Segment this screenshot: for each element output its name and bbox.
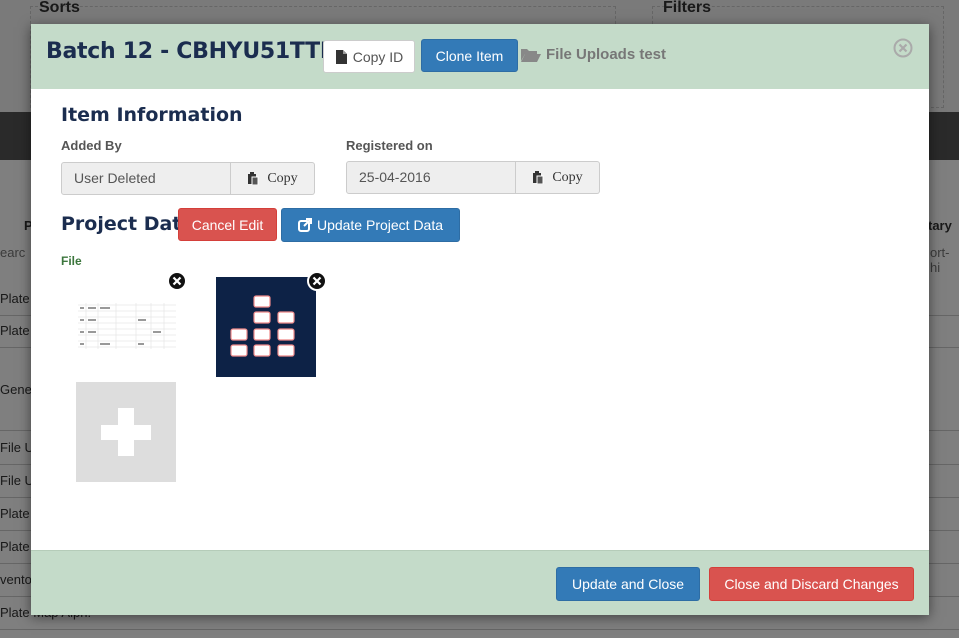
file-thumbnail-spreadsheet[interactable]	[76, 277, 176, 377]
copy-id-button[interactable]: Copy ID	[323, 40, 415, 73]
file-icon	[335, 49, 347, 64]
file-label: File	[61, 254, 82, 268]
close-circle-icon[interactable]	[893, 38, 913, 58]
clipboard-icon	[533, 171, 544, 184]
added-by-group: User Deleted Copy	[61, 162, 315, 195]
file-thumbnail-logo[interactable]	[216, 277, 316, 377]
folder-open-icon	[521, 49, 541, 62]
registered-on-group: 25-04-2016 Copy	[346, 161, 600, 194]
copy-registered-button[interactable]: Copy	[516, 161, 600, 194]
cancel-edit-button[interactable]: Cancel Edit	[178, 208, 277, 241]
remove-file-icon[interactable]	[306, 270, 328, 292]
share-square-icon	[297, 218, 312, 232]
file-uploads-link[interactable]: File Uploads test	[521, 46, 666, 63]
copy-added-by-button[interactable]: Copy	[231, 162, 315, 195]
item-modal: Batch 12 - CBHYU51TTN Copy ID Clone Item…	[31, 24, 929, 615]
update-and-close-button[interactable]: Update and Close	[556, 567, 700, 601]
modal-title: Batch 12 - CBHYU51TTN	[46, 39, 338, 64]
added-by-field[interactable]: User Deleted	[61, 162, 231, 195]
spreadsheet-preview-icon	[78, 303, 176, 349]
remove-file-icon[interactable]	[166, 270, 188, 292]
modal-header: Batch 12 - CBHYU51TTN Copy ID Clone Item…	[31, 24, 929, 89]
add-file-button[interactable]	[76, 382, 176, 482]
close-and-discard-button[interactable]: Close and Discard Changes	[709, 567, 914, 601]
plus-icon	[101, 408, 151, 456]
clipboard-icon	[248, 172, 259, 185]
stacked-blocks-icon	[230, 295, 295, 357]
project-data-heading: Project Data	[61, 213, 195, 235]
item-information-heading: Item Information	[61, 104, 243, 126]
registered-on-field[interactable]: 25-04-2016	[346, 161, 516, 194]
registered-on-label: Registered on	[346, 138, 433, 153]
added-by-label: Added By	[61, 138, 122, 153]
modal-footer: Update and Close Close and Discard Chang…	[31, 550, 929, 615]
clone-item-button[interactable]: Clone Item	[421, 39, 518, 72]
update-project-data-button[interactable]: Update Project Data	[281, 208, 460, 242]
